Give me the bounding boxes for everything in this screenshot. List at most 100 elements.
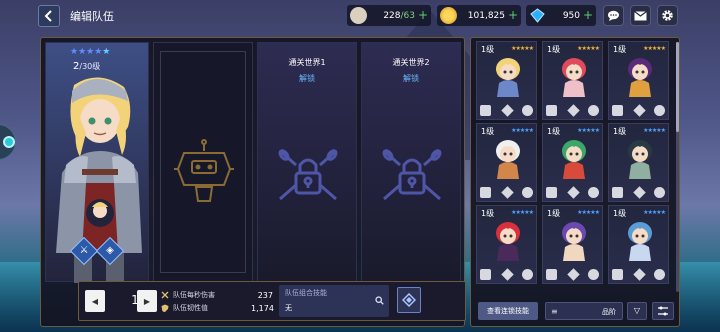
prev-team-button[interactable]: ◀ [85,290,105,312]
element-icon [588,269,599,280]
role-icon [501,104,514,117]
team-combo-skill-field[interactable]: 队伍组合技能 无 [279,285,389,317]
settings-button[interactable] [657,5,678,26]
side-drawer-tab[interactable] [0,124,16,160]
diamond-rune-icon: ◈ [106,245,114,256]
team-slot-leader[interactable]: ★★★★★ 2/30级 ⚔ ◈ [45,42,149,283]
mail-icon [634,10,647,20]
sliders-icon [658,306,668,316]
chevron-left-icon [44,10,52,22]
class-icon [546,105,557,116]
rarity-filter-dropdown[interactable]: ≡ 品阶 [545,302,623,320]
class-icon [480,269,491,280]
chat-button[interactable] [603,5,624,26]
class-icon [546,187,557,198]
hero-sprite-icon [562,140,586,179]
roster-card-fox-girl[interactable]: 1级 ★★★★★ [476,123,537,202]
card-level: 1级 [481,209,495,218]
hero-sprite-icon [562,58,586,97]
stamina-counter: 228/63 + [347,5,431,26]
team-slot-empty[interactable] [153,42,253,282]
gold-value: 101,825 [467,10,505,21]
add-gold-button[interactable]: + [508,8,518,22]
settings-gear-icon [662,10,673,21]
card-level: 1级 [481,127,495,136]
element-icon [522,269,533,280]
role-icon [633,268,646,281]
hero-sprite-icon [496,140,520,179]
combo-skill-label: 队伍组合技能 [285,289,327,297]
drawer-indicator-icon [3,136,15,148]
roster-card-purple-mage[interactable]: 1级 ★★★★★ [542,205,603,284]
class-icon [546,269,557,280]
team-toughness-label: 队伍韧性值 [173,304,208,312]
team-dps-row: 队伍每秒伤害 237 [161,290,273,300]
gems-counter: 950 + [526,5,596,26]
padlock-chain-icon [382,149,442,201]
view-combo-skills-button[interactable]: 查看连锁技能 [478,302,538,320]
card-stars: ★★★★★ [643,209,666,216]
hero-sprite-icon [562,222,586,261]
role-icon [567,268,580,281]
crossed-swords-icon [161,291,169,299]
slot-unlock-label: 解锁 [299,74,315,83]
slot-unlock-condition: 通关世界2 [392,58,430,67]
element-icon [654,187,665,198]
team-info-bar: ◀ 1 ▶ 队伍每秒伤害 237 队伍韧性值 1,174 队伍组合技能 无 [78,281,466,321]
role-icon [501,186,514,199]
add-gems-button[interactable]: + [583,8,593,22]
hero-sprite-icon [628,140,652,179]
gold-coin-icon [440,7,457,24]
stamina-max: /63 [400,10,415,21]
team-dps-label: 队伍每秒伤害 [173,291,215,299]
card-stars: ★★★★★ [643,127,666,134]
team-toughness-value: 1,174 [251,303,274,313]
roster-card-red-cat-girl[interactable]: 1级 ★★★★★ [476,205,537,284]
combo-skill-value: 无 [285,304,292,312]
role-icon [501,268,514,281]
roster-card-dark-hair-boy[interactable]: 1级 ★★★★★ [608,123,669,202]
team-dps-value: 237 [257,290,273,300]
element-icon [522,187,533,198]
element-icon [654,105,665,116]
card-stars: ★★★★★ [577,209,600,216]
hero-sprite-icon [496,222,520,261]
stamina-value: 228 [383,10,401,21]
slot-unlock-label: 解锁 [403,74,419,83]
roster-card-blonde-knight[interactable]: 1级 ★★★★★ [476,41,537,120]
card-stars: ★★★★★ [511,45,534,52]
combo-skill-button[interactable] [397,287,421,313]
card-level: 1级 [547,209,561,218]
element-icon [588,187,599,198]
card-level: 1级 [613,45,627,54]
card-stars: ★★★★★ [643,45,666,52]
card-level: 1级 [613,127,627,136]
list-icon: ≡ [551,307,558,316]
class-icon [480,187,491,198]
roster-card-blue-winged[interactable]: 1级 ★★★★★ [608,205,669,284]
roster-card-dark-horned[interactable]: 1级 ★★★★★ [608,41,669,120]
team-toughness-row: 队伍韧性值 1,174 [161,303,274,313]
add-stamina-button[interactable]: + [418,8,428,22]
card-level: 1级 [547,127,561,136]
padlock-chain-icon [278,149,338,201]
class-icon [480,105,491,116]
team-slot-locked-1[interactable]: 通关世界1 解锁 [257,42,357,282]
card-level: 1级 [481,45,495,54]
team-slot-locked-2[interactable]: 通关世界2 解锁 [361,42,461,282]
roster-card-red-hair-girl[interactable]: 1级 ★★★★★ [542,41,603,120]
slot-unlock-condition: 通关世界1 [288,58,326,67]
mail-button[interactable] [630,5,651,26]
leader-level: 2/30级 [73,61,101,72]
roster-scrollbar[interactable] [676,42,679,292]
role-icon [567,104,580,117]
sort-order-button[interactable]: ▽ [627,302,647,320]
roster-card-green-dragon[interactable]: 1级 ★★★★★ [542,123,603,202]
diamond-rune-icon [402,293,416,307]
back-button[interactable] [38,5,60,27]
next-team-button[interactable]: ▶ [137,290,157,312]
filter-settings-button[interactable] [652,302,674,320]
element-icon [588,105,599,116]
hero-sprite-icon [628,58,652,97]
card-level: 1级 [613,209,627,218]
